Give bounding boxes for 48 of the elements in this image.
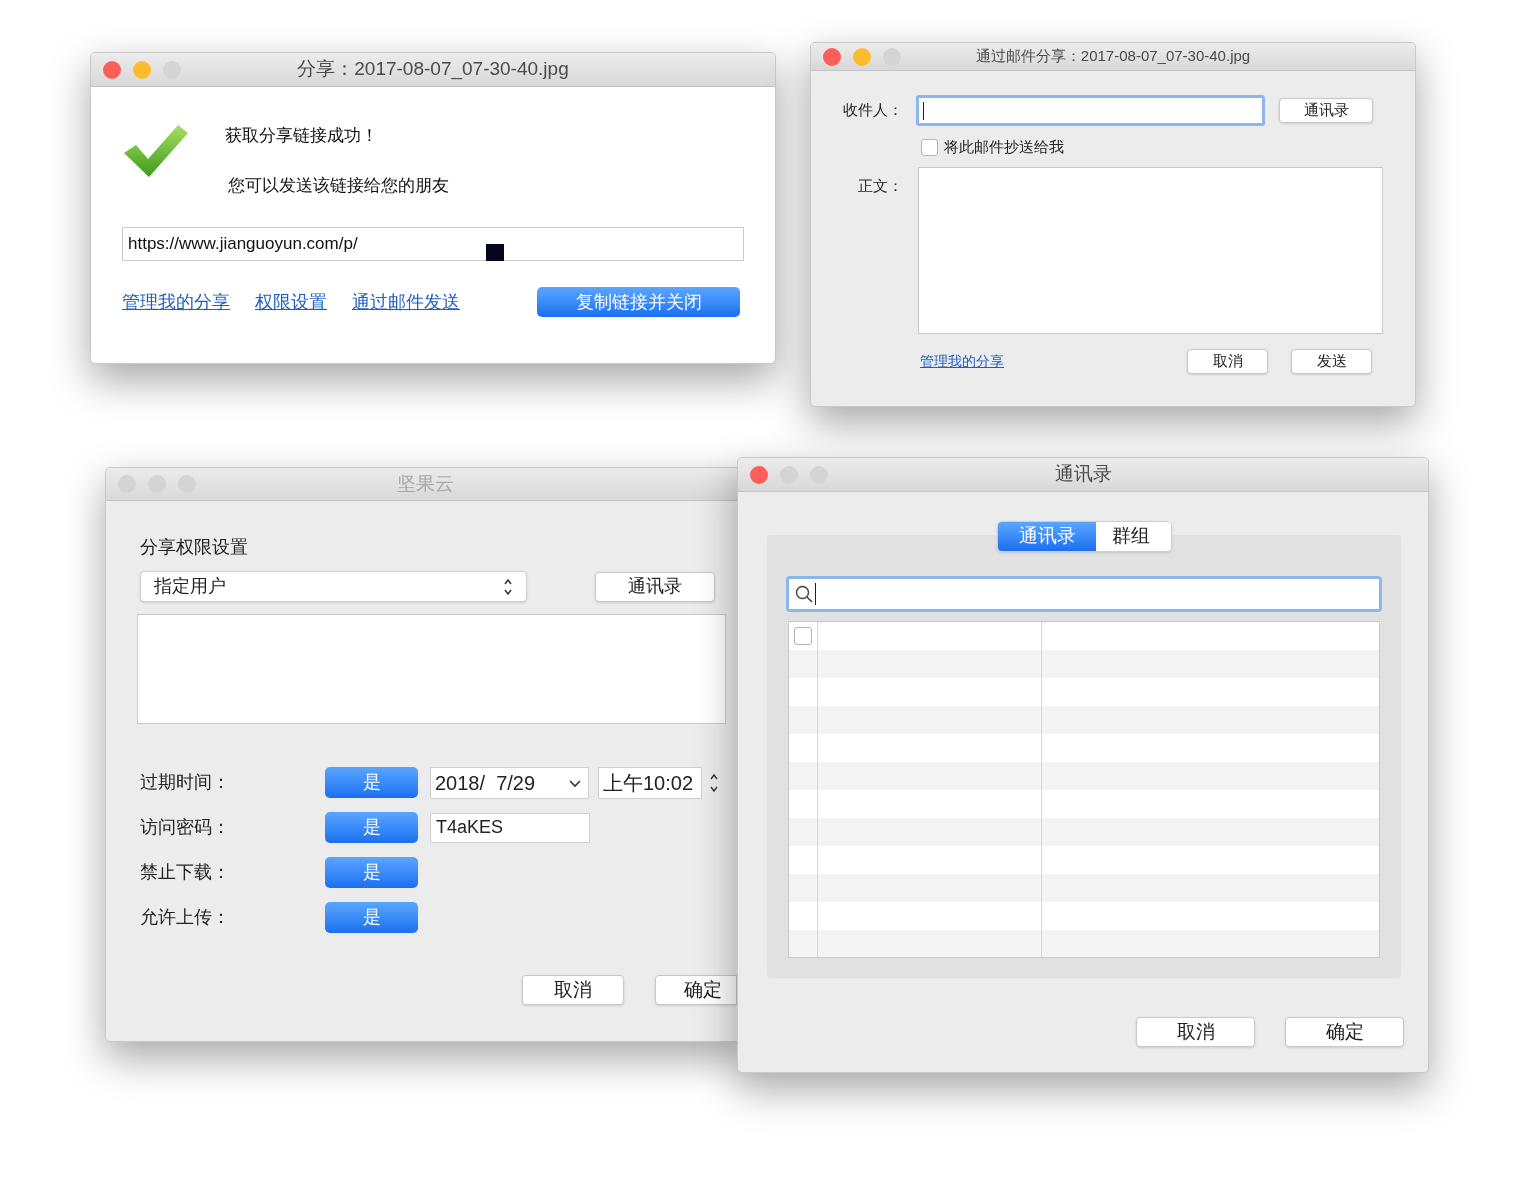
close-button[interactable] xyxy=(750,465,768,484)
checkbox[interactable] xyxy=(794,627,812,645)
link[interactable]: 管理我的分享 xyxy=(920,350,1004,372)
minimize-button[interactable] xyxy=(853,47,871,66)
setting-label: 访问密码： xyxy=(140,816,231,839)
minimize-button[interactable] xyxy=(133,60,151,79)
search-field[interactable] xyxy=(786,576,1382,612)
window-title: 通过邮件分享：2017-08-07_07-30-40.jpg xyxy=(975,46,1251,67)
window-title: 通讯录 xyxy=(1054,462,1112,487)
button[interactable]: 取消 xyxy=(522,975,624,1005)
close-button[interactable] xyxy=(823,47,841,66)
field-label: 收件人： xyxy=(842,100,903,121)
button[interactable]: 通讯录 xyxy=(1279,98,1373,123)
field-label: 正文： xyxy=(857,175,903,196)
window-title: 分享：2017-08-07_07-30-40.jpg xyxy=(297,57,569,82)
time-field[interactable]: 上午10:02 xyxy=(598,766,702,799)
checkbox-label: 将此邮件抄送给我 xyxy=(944,137,1064,157)
search-icon xyxy=(795,585,813,603)
link[interactable]: 通过邮件发送 xyxy=(352,288,460,316)
recipient-field[interactable] xyxy=(916,95,1265,126)
checkbox[interactable] xyxy=(921,138,938,156)
password-field[interactable]: T4aKES xyxy=(430,812,590,843)
checkmark-icon xyxy=(122,123,190,179)
link-field[interactable]: https://www.jianguoyun.com/p/ xyxy=(122,227,744,261)
setting-label: 允许上传： xyxy=(140,906,231,929)
button[interactable]: 取消 xyxy=(1136,1017,1255,1047)
close-button[interactable] xyxy=(103,60,121,79)
success-message: 获取分享链接成功！ xyxy=(225,125,379,147)
tab[interactable]: 群组 xyxy=(1096,522,1171,551)
button[interactable]: 发送 xyxy=(1291,348,1372,374)
chevron-up-down-icon xyxy=(503,576,513,597)
date-field[interactable]: 2018/ 7/29 xyxy=(430,766,589,799)
scope-dropdown[interactable]: 指定用户 xyxy=(140,571,527,602)
section-heading: 分享权限设置 xyxy=(140,536,249,559)
setting-label: 过期时间： xyxy=(140,771,231,794)
button[interactable]: 确定 xyxy=(655,975,737,1005)
redaction-block xyxy=(486,244,504,261)
info-message: 您可以发送该链接给您的朋友 xyxy=(227,174,449,197)
button[interactable]: 通讯录 xyxy=(595,571,715,602)
button[interactable]: 确定 xyxy=(1285,1017,1404,1047)
link[interactable]: 管理我的分享 xyxy=(122,288,230,316)
window-title: 坚果云 xyxy=(396,471,454,496)
button[interactable]: 取消 xyxy=(1187,348,1268,374)
chevron-down-icon xyxy=(568,777,582,788)
message-body-field[interactable] xyxy=(918,166,1383,334)
setting-label: 禁止下载： xyxy=(140,861,231,884)
link[interactable]: 权限设置 xyxy=(255,288,327,316)
toggle-button[interactable]: 是 xyxy=(325,902,418,933)
